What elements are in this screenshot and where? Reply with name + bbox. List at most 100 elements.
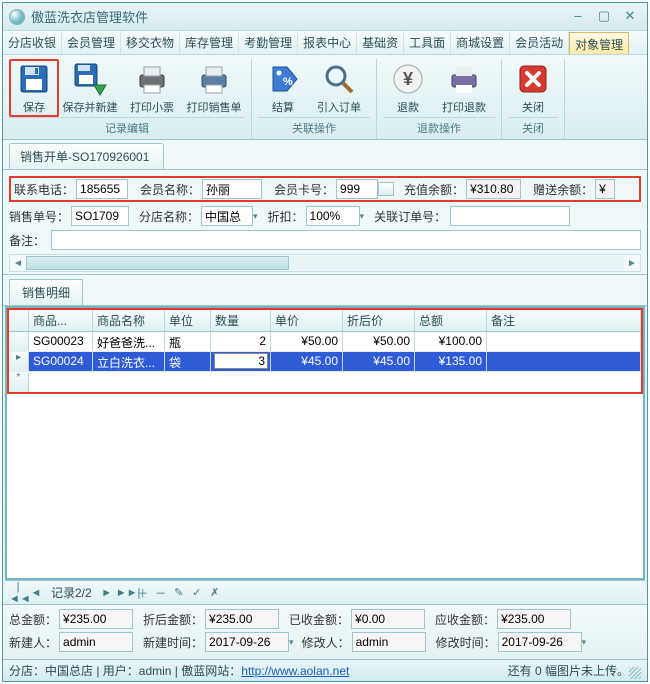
nav-prev[interactable]: ◄ xyxy=(27,587,45,599)
branch-input[interactable] xyxy=(201,206,253,226)
refund-button[interactable]: ¥退款 xyxy=(383,59,433,117)
detail-tab[interactable]: 销售明细 xyxy=(9,279,83,305)
modifier-label: 修改人： xyxy=(302,634,350,651)
col-name[interactable]: 商品名称 xyxy=(93,310,165,331)
nav-edit[interactable]: ✎ xyxy=(170,586,188,599)
close-window-button[interactable]: ✕ xyxy=(619,9,641,25)
saleno-input[interactable] xyxy=(71,206,129,226)
scroll-thumb[interactable] xyxy=(26,256,289,270)
resize-grip-icon[interactable] xyxy=(629,667,641,679)
app-window: 傲蓝洗衣店管理软件 – ▢ ✕ 分店收银会员管理移交衣物库存管理考勤管理报表中心… xyxy=(2,2,648,682)
discount-dropdown-icon[interactable]: ▾ xyxy=(360,211,365,222)
cell-name[interactable]: 好爸爸洗... xyxy=(93,332,165,351)
cell-disc[interactable]: ¥45.00 xyxy=(343,352,415,371)
disctotal-label: 折后金额： xyxy=(143,611,203,628)
nav-del[interactable]: － xyxy=(152,585,170,601)
save-button[interactable]: 保存 xyxy=(9,59,59,117)
name-input[interactable] xyxy=(202,179,262,199)
cell-qty[interactable]: 2 xyxy=(211,332,271,351)
phone-input[interactable] xyxy=(76,179,128,199)
col-total[interactable]: 总额 xyxy=(415,310,487,331)
status-bar: 分店：中国总店 | 用户：admin | 傲蓝网站： http://www.ao… xyxy=(3,659,647,681)
import-icon xyxy=(321,61,357,97)
cell-remark[interactable] xyxy=(487,352,641,371)
menu-item-0[interactable]: 分店收银 xyxy=(3,31,62,54)
print-ticket-label: 打印小票 xyxy=(123,99,181,115)
menu-item-3[interactable]: 库存管理 xyxy=(180,31,239,54)
close-button[interactable]: 关闭 xyxy=(508,59,558,117)
menu-item-8[interactable]: 商城设置 xyxy=(451,31,510,54)
col-qty[interactable]: 数量 xyxy=(211,310,271,331)
nav-last[interactable]: ►►| xyxy=(116,587,134,599)
new-row[interactable]: * xyxy=(9,372,641,392)
cell-name[interactable]: 立白洗衣... xyxy=(93,352,165,371)
minimize-button[interactable]: – xyxy=(567,9,589,25)
new-row-handle[interactable]: * xyxy=(9,372,29,392)
scroll-left-icon[interactable]: ◄ xyxy=(10,258,26,269)
row-handle[interactable] xyxy=(9,332,29,351)
card-input[interactable] xyxy=(336,179,378,199)
col-unit[interactable]: 单位 xyxy=(165,310,211,331)
ribbon: 保存保存并新建打印小票打印销售单记录编辑%结算引入订单关联操作¥退款打印退款退款… xyxy=(3,55,647,140)
status-url[interactable]: http://www.aolan.net xyxy=(241,664,349,678)
print-ticket-button[interactable]: 打印小票 xyxy=(121,59,183,117)
settle-icon: % xyxy=(265,61,301,97)
discount-input[interactable] xyxy=(306,206,360,226)
menu-item-2[interactable]: 移交衣物 xyxy=(121,31,180,54)
ctime-dropdown-icon[interactable]: ▾ xyxy=(289,637,294,648)
remark-input[interactable] xyxy=(51,230,641,250)
print-refund-button[interactable]: 打印退款 xyxy=(433,59,495,117)
cell-price[interactable]: ¥50.00 xyxy=(271,332,343,351)
row-handle[interactable]: ▸ xyxy=(9,352,29,371)
col-remark[interactable]: 备注 xyxy=(487,310,641,331)
cell-code[interactable]: SG00023 xyxy=(29,332,93,351)
menu-item-1[interactable]: 会员管理 xyxy=(62,31,121,54)
record-navigator: |◄◄ ◄ 记录2/2 ► ►►| ＋ － ✎ ✓ ✗ xyxy=(5,580,645,604)
cell-disc[interactable]: ¥50.00 xyxy=(343,332,415,351)
save-new-button[interactable]: 保存并新建 xyxy=(59,59,121,117)
nav-cancel[interactable]: ✗ xyxy=(206,586,224,599)
cell-remark[interactable] xyxy=(487,332,641,351)
cell-qty[interactable] xyxy=(211,352,271,371)
menu-item-7[interactable]: 工具面 xyxy=(404,31,451,54)
menu-item-4[interactable]: 考勤管理 xyxy=(239,31,298,54)
print-sale-button[interactable]: 打印销售单 xyxy=(183,59,245,117)
creator-label: 新建人： xyxy=(9,634,57,651)
menu-item-9[interactable]: 会员活动 xyxy=(510,31,569,54)
cell-total[interactable]: ¥135.00 xyxy=(415,352,487,371)
nav-first[interactable]: |◄◄ xyxy=(9,581,27,605)
form-hscroll[interactable]: ◄ ► xyxy=(9,254,641,272)
cell-code[interactable]: SG00024 xyxy=(29,352,93,371)
menu-item-10[interactable]: 对象管理 xyxy=(569,32,629,54)
branch-dropdown-icon[interactable]: ▾ xyxy=(253,211,258,222)
scroll-right-icon[interactable]: ► xyxy=(624,258,640,269)
form-panel: 联系电话： 会员名称： 会员卡号： 充值余额： 赠送余额： 销售单号： 分店名称… xyxy=(3,170,647,275)
table-row[interactable]: ▸SG00024立白洗衣...袋¥45.00¥45.00¥135.00 xyxy=(9,352,641,372)
card-lookup-icon[interactable] xyxy=(378,182,394,196)
ribbon-caption: 退款操作 xyxy=(383,117,495,137)
relorder-input[interactable] xyxy=(450,206,570,226)
cell-price[interactable]: ¥45.00 xyxy=(271,352,343,371)
settle-button[interactable]: %结算 xyxy=(258,59,308,117)
mtime-dropdown-icon[interactable]: ▾ xyxy=(582,637,587,648)
table-row[interactable]: SG00023好爸爸洗...瓶2¥50.00¥50.00¥100.00 xyxy=(9,332,641,352)
cell-total[interactable]: ¥100.00 xyxy=(415,332,487,351)
doc-tab[interactable]: 销售开单-SO170926001 xyxy=(9,143,164,169)
nav-add[interactable]: ＋ xyxy=(134,585,152,601)
nav-ok[interactable]: ✓ xyxy=(188,586,206,599)
cell-unit[interactable]: 袋 xyxy=(165,352,211,371)
menu-item-6[interactable]: 基础资 xyxy=(357,31,404,54)
qty-input[interactable] xyxy=(214,353,268,369)
cell-unit[interactable]: 瓶 xyxy=(165,332,211,351)
menu-item-5[interactable]: 报表中心 xyxy=(298,31,357,54)
col-disc[interactable]: 折后价 xyxy=(343,310,415,331)
save-new-label: 保存并新建 xyxy=(61,99,119,115)
col-price[interactable]: 单价 xyxy=(271,310,343,331)
discount-label: 折扣： xyxy=(268,208,304,225)
col-code[interactable]: 商品... xyxy=(29,310,93,331)
detail-grid: 商品... 商品名称 单位 数量 单价 折后价 总额 备注 SG00023好爸爸… xyxy=(5,306,645,580)
maximize-button[interactable]: ▢ xyxy=(593,9,615,25)
import-button[interactable]: 引入订单 xyxy=(308,59,370,117)
close-label: 关闭 xyxy=(510,99,556,115)
nav-next[interactable]: ► xyxy=(98,587,116,599)
